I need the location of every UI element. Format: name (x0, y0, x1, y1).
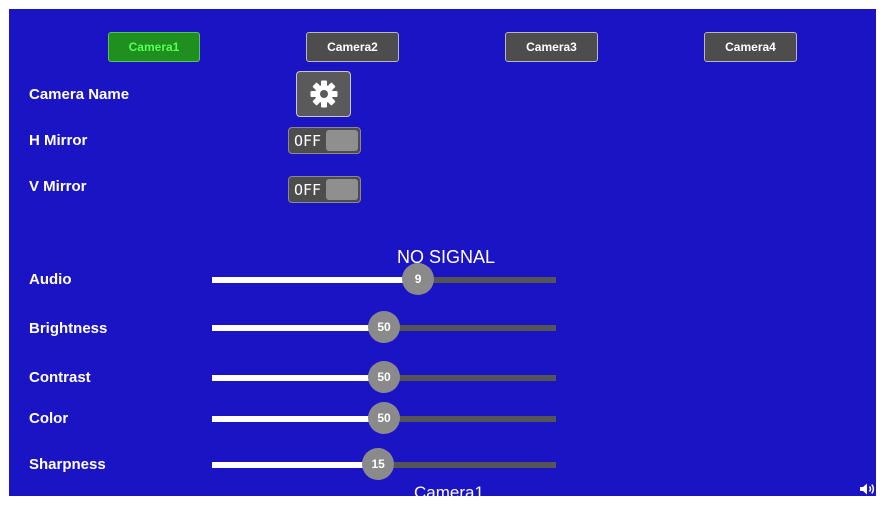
h-mirror-toggle[interactable]: OFF (288, 127, 361, 154)
contrast-slider-thumb[interactable]: 50 (368, 361, 400, 393)
sharpness-slider-fill (212, 462, 379, 468)
camera-settings-screen: Camera1 Camera2 Camera3 Camera4 Camera N… (9, 9, 876, 496)
h-mirror-label: H Mirror (29, 132, 88, 149)
sharpness-slider-thumb[interactable]: 15 (362, 448, 395, 480)
speaker-icon[interactable] (859, 482, 876, 496)
sharpness-slider[interactable]: 15 (212, 448, 556, 480)
tab-camera1[interactable]: Camera1 (108, 32, 200, 62)
contrast-label: Contrast (29, 369, 91, 386)
camera-name-label: Camera Name (29, 86, 130, 103)
v-mirror-toggle[interactable]: OFF (288, 176, 361, 203)
color-slider-thumb[interactable]: 50 (368, 402, 400, 434)
h-mirror-toggle-text: OFF (294, 132, 322, 150)
brightness-label: Brightness (29, 320, 108, 337)
camera-name-settings-button[interactable] (296, 71, 351, 117)
color-slider[interactable]: 50 (212, 402, 556, 434)
audio-slider-fill (212, 277, 419, 283)
audio-slider[interactable]: 9 (212, 263, 556, 295)
color-label: Color (29, 410, 69, 427)
tab-camera4[interactable]: Camera4 (704, 32, 797, 62)
audio-label: Audio (29, 271, 72, 288)
color-slider-fill (212, 416, 384, 422)
brightness-slider-fill (212, 325, 384, 331)
tab-camera3[interactable]: Camera3 (505, 32, 598, 62)
contrast-slider[interactable]: 50 (212, 361, 556, 393)
brightness-slider-thumb[interactable]: 50 (368, 311, 400, 343)
v-mirror-toggle-knob (326, 179, 358, 200)
v-mirror-toggle-text: OFF (294, 181, 322, 199)
v-mirror-label: V Mirror (29, 178, 87, 195)
contrast-slider-fill (212, 375, 384, 381)
brightness-slider[interactable]: 50 (212, 311, 556, 343)
gear-icon (310, 80, 337, 108)
tab-camera2[interactable]: Camera2 (306, 32, 399, 62)
sharpness-label: Sharpness (29, 456, 106, 473)
h-mirror-toggle-knob (326, 130, 358, 151)
audio-slider-thumb[interactable]: 9 (402, 263, 435, 295)
current-camera-label: Camera1 (414, 483, 484, 496)
